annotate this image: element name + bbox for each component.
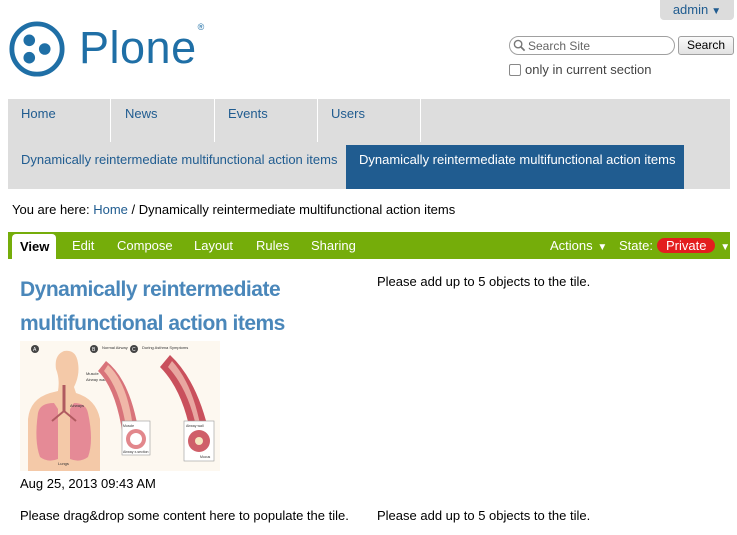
breadcrumb-prefix: You are here: <box>12 202 90 217</box>
search-button[interactable]: Search <box>678 36 734 55</box>
image-label: Muscle <box>123 424 134 428</box>
image-label: C <box>132 347 136 353</box>
actions-label: Actions <box>550 238 593 253</box>
publication-date: Aug 25, 2013 09:43 AM <box>20 476 156 491</box>
breadcrumb-home[interactable]: Home <box>93 202 128 217</box>
registered-mark: ® <box>197 22 205 32</box>
nav-sub-item-active[interactable]: Dynamically reintermediate multifunction… <box>346 145 684 189</box>
page-title: Dynamically reintermediate multifunction… <box>20 278 285 335</box>
tab-compose[interactable]: Compose <box>117 238 173 253</box>
tile-message: Please add up to 5 objects to the tile. <box>377 508 591 523</box>
tab-edit[interactable]: Edit <box>72 238 94 253</box>
image-label: Airway x-section <box>123 450 149 454</box>
tab-rules[interactable]: Rules <box>256 238 289 253</box>
image-label: Airway wall <box>186 424 204 428</box>
site-logo[interactable]: Plone ® <box>8 19 205 79</box>
actions-menu[interactable]: Actions ▼ <box>550 238 607 253</box>
chevron-down-icon: ▼ <box>711 6 722 17</box>
plone-logo-icon <box>9 21 65 77</box>
image-label: Mucus <box>200 455 211 459</box>
only-current-section-option[interactable]: only in current section <box>509 62 651 77</box>
search-icon <box>513 39 526 52</box>
edit-bar: View Edit Compose Layout Rules Sharing A… <box>8 232 730 259</box>
user-menu-label: admin <box>672 2 709 17</box>
image-label: Airways <box>70 403 84 408</box>
chevron-down-icon: ▼ <box>717 242 731 253</box>
global-nav: Home News Events Users Dynamically reint… <box>8 99 730 189</box>
nav-tab-news[interactable]: News <box>112 99 215 142</box>
user-menu[interactable]: admin ▼ <box>660 0 734 20</box>
state-label: State: <box>619 238 653 253</box>
only-current-label: only in current section <box>525 62 652 77</box>
nav-tab-events[interactable]: Events <box>215 99 318 142</box>
tab-view[interactable]: View <box>12 234 57 259</box>
tab-sharing[interactable]: Sharing <box>311 238 356 253</box>
state-menu[interactable]: State: Private ▼ <box>619 238 730 253</box>
tab-layout[interactable]: Layout <box>194 238 233 253</box>
logo-text: Plone <box>79 22 197 73</box>
image-label: Airway wall <box>86 377 106 382</box>
nav-tab-users[interactable]: Users <box>318 99 421 142</box>
breadcrumb-current: Dynamically reintermediate multifunction… <box>138 202 456 217</box>
chevron-down-icon: ▼ <box>594 242 608 253</box>
only-current-checkbox[interactable] <box>509 63 521 76</box>
breadcrumb-separator: / <box>131 202 136 217</box>
tile-message: Please add up to 5 objects to the tile. <box>377 274 591 289</box>
image-label: Normal Airway <box>102 345 128 350</box>
asthma-diagram-image: A Airways Lungs B Normal Airway Muscle A… <box>20 341 220 471</box>
asthma-illustration: A Airways Lungs B Normal Airway Muscle A… <box>20 341 220 471</box>
image-label: During Asthma Symptoms <box>142 345 188 350</box>
state-badge: Private <box>656 238 716 253</box>
image-label: Muscle <box>86 371 99 376</box>
search-field[interactable] <box>509 36 675 55</box>
nav-tab-home[interactable]: Home <box>8 99 111 142</box>
nav-sub-item[interactable]: Dynamically reintermediate multifunction… <box>8 145 346 189</box>
breadcrumb: You are here: Home / Dynamically reinter… <box>12 202 455 217</box>
image-label: Lungs <box>58 461 69 466</box>
tile-message: Please drag&drop some content here to po… <box>20 508 349 523</box>
search-input[interactable] <box>528 38 668 53</box>
